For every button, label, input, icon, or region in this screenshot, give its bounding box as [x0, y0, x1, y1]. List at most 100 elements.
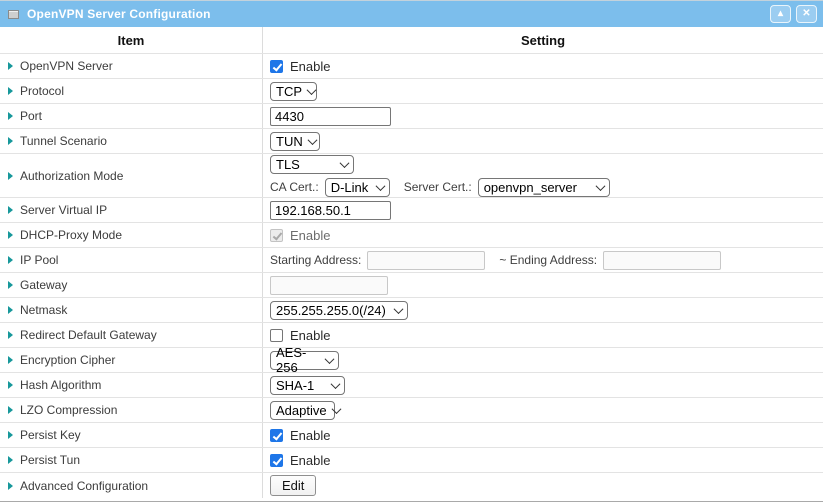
ca-cert-label: CA Cert.: — [270, 180, 319, 194]
enable-label: Enable — [290, 59, 330, 74]
titlebar-buttons: ▴ ✕ — [770, 5, 817, 23]
row-label-port: Port — [20, 109, 42, 123]
chevron-down-icon — [394, 304, 404, 314]
netmask-select[interactable]: 255.255.255.0(/24) — [270, 301, 408, 320]
authorization-mode-select[interactable]: TLS — [270, 155, 354, 174]
row-label-persist-key: Persist Key — [20, 428, 81, 442]
chevron-down-icon — [307, 135, 317, 145]
window-icon — [8, 10, 19, 19]
server-cert-label: Server Cert.: — [404, 180, 472, 194]
row-label-encryption-cipher: Encryption Cipher — [20, 353, 115, 367]
arrow-bullet-icon — [8, 381, 13, 389]
enable-label: Enable — [290, 328, 330, 343]
enable-label: Enable — [290, 453, 330, 468]
lzo-compression-select[interactable]: Adaptive — [270, 401, 335, 420]
chevron-down-icon — [595, 181, 605, 191]
openvpn-config-window: OpenVPN Server Configuration ▴ ✕ Item Se… — [0, 0, 823, 502]
row-port: Port — [0, 104, 823, 129]
row-label-netmask: Netmask — [20, 303, 67, 317]
arrow-bullet-icon — [8, 306, 13, 314]
row-redirect-default-gateway: Redirect Default Gateway Enable — [0, 323, 823, 348]
row-label-advanced-configuration: Advanced Configuration — [20, 479, 148, 493]
row-label-hash-algorithm: Hash Algorithm — [20, 378, 101, 392]
row-lzo-compression: LZO Compression Adaptive — [0, 398, 823, 423]
dhcp-proxy-enable-checkbox — [270, 229, 283, 242]
enable-label: Enable — [290, 228, 330, 243]
window-title: OpenVPN Server Configuration — [27, 7, 770, 21]
row-label-redirect-default-gateway: Redirect Default Gateway — [20, 328, 157, 342]
row-authorization-mode: Authorization Mode TLS CA Cert.: D-Link … — [0, 154, 823, 198]
row-server-virtual-ip: Server Virtual IP — [0, 198, 823, 223]
hash-algorithm-select[interactable]: SHA-1 — [270, 376, 345, 395]
row-label-dhcp-proxy-mode: DHCP-Proxy Mode — [20, 228, 122, 242]
gateway-input — [270, 276, 388, 295]
redirect-gateway-enable-checkbox[interactable] — [270, 329, 283, 342]
row-label-openvpn-server: OpenVPN Server — [20, 59, 113, 73]
arrow-bullet-icon — [8, 231, 13, 239]
chevron-down-icon — [331, 379, 341, 389]
persist-tun-enable-checkbox[interactable] — [270, 454, 283, 467]
starting-address-input — [367, 251, 485, 270]
row-label-gateway: Gateway — [20, 278, 67, 292]
titlebar: OpenVPN Server Configuration ▴ ✕ — [0, 0, 823, 27]
arrow-bullet-icon — [8, 431, 13, 439]
arrow-bullet-icon — [8, 356, 13, 364]
table-header: Item Setting — [0, 27, 823, 54]
server-cert-select[interactable]: openvpn_server — [478, 178, 610, 197]
chevron-down-icon — [375, 181, 385, 191]
row-label-ip-pool: IP Pool — [20, 253, 58, 267]
close-icon: ✕ — [802, 9, 810, 19]
chevron-down-icon — [340, 158, 350, 168]
row-persist-key: Persist Key Enable — [0, 423, 823, 448]
row-label-persist-tun: Persist Tun — [20, 453, 80, 467]
row-tunnel-scenario: Tunnel Scenario TUN — [0, 129, 823, 154]
row-label-protocol: Protocol — [20, 84, 64, 98]
row-gateway: Gateway — [0, 273, 823, 298]
starting-address-label: Starting Address: — [270, 253, 361, 267]
arrow-bullet-icon — [8, 206, 13, 214]
collapse-icon: ▴ — [778, 9, 783, 19]
edit-button[interactable]: Edit — [270, 475, 316, 496]
server-virtual-ip-input[interactable] — [270, 201, 391, 220]
arrow-bullet-icon — [8, 482, 13, 490]
row-label-authorization-mode: Authorization Mode — [20, 169, 123, 183]
arrow-bullet-icon — [8, 112, 13, 120]
arrow-bullet-icon — [8, 172, 13, 180]
openvpn-server-enable-checkbox[interactable] — [270, 60, 283, 73]
row-label-lzo-compression: LZO Compression — [20, 403, 117, 417]
arrow-bullet-icon — [8, 137, 13, 145]
arrow-bullet-icon — [8, 256, 13, 264]
chevron-down-icon — [307, 85, 317, 95]
arrow-bullet-icon — [8, 281, 13, 289]
row-netmask: Netmask 255.255.255.0(/24) — [0, 298, 823, 323]
row-dhcp-proxy-mode: DHCP-Proxy Mode Enable — [0, 223, 823, 248]
ending-address-input — [603, 251, 721, 270]
chevron-down-icon — [325, 354, 335, 364]
enable-label: Enable — [290, 428, 330, 443]
ending-address-label: ~ Ending Address: — [499, 253, 597, 267]
row-persist-tun: Persist Tun Enable — [0, 448, 823, 473]
row-protocol: Protocol TCP — [0, 79, 823, 104]
arrow-bullet-icon — [8, 87, 13, 95]
chevron-down-icon — [331, 404, 341, 414]
column-header-setting: Setting — [263, 27, 823, 53]
row-label-server-virtual-ip: Server Virtual IP — [20, 203, 107, 217]
ca-cert-select[interactable]: D-Link — [325, 178, 390, 197]
arrow-bullet-icon — [8, 331, 13, 339]
column-header-item: Item — [0, 27, 263, 53]
protocol-select[interactable]: TCP — [270, 82, 317, 101]
encryption-cipher-select[interactable]: AES-256 — [270, 351, 339, 370]
arrow-bullet-icon — [8, 406, 13, 414]
arrow-bullet-icon — [8, 456, 13, 464]
collapse-button[interactable]: ▴ — [770, 5, 791, 23]
row-encryption-cipher: Encryption Cipher AES-256 — [0, 348, 823, 373]
row-advanced-configuration: Advanced Configuration Edit — [0, 473, 823, 498]
row-hash-algorithm: Hash Algorithm SHA-1 — [0, 373, 823, 398]
close-button[interactable]: ✕ — [796, 5, 817, 23]
row-openvpn-server: OpenVPN Server Enable — [0, 54, 823, 79]
row-ip-pool: IP Pool Starting Address: ~ Ending Addre… — [0, 248, 823, 273]
tunnel-scenario-select[interactable]: TUN — [270, 132, 320, 151]
port-input[interactable] — [270, 107, 391, 126]
persist-key-enable-checkbox[interactable] — [270, 429, 283, 442]
arrow-bullet-icon — [8, 62, 13, 70]
